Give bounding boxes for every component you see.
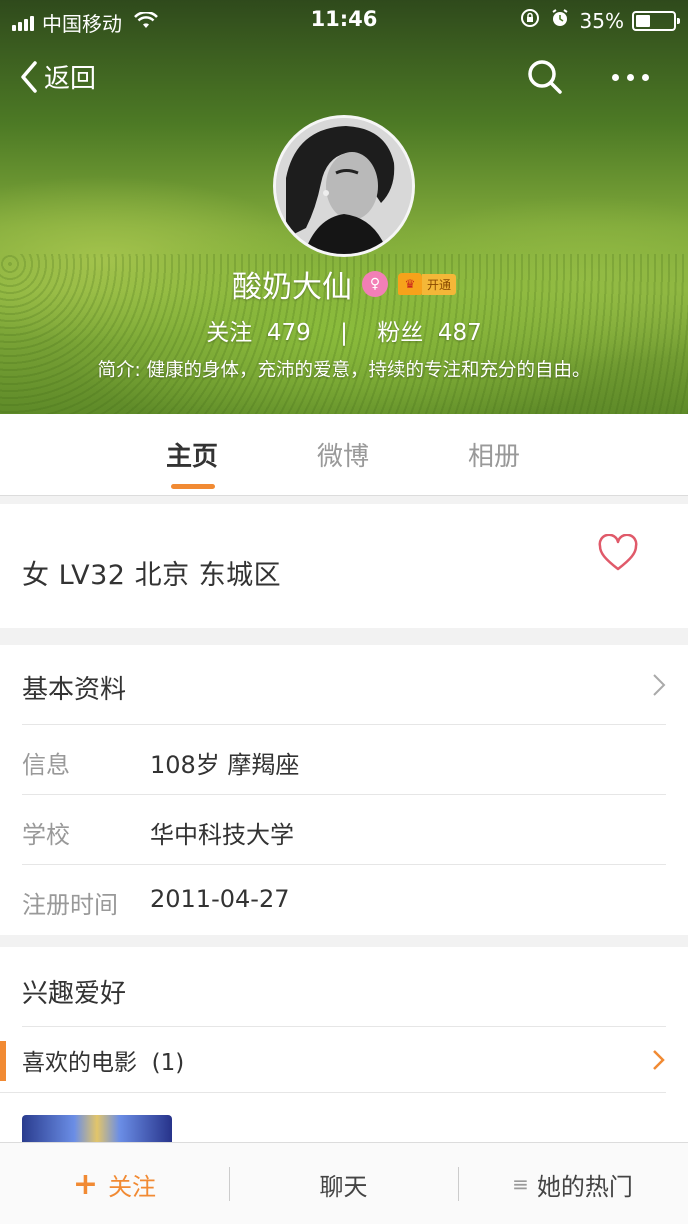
summary-card: 女 LV32 北京 东城区 [0, 504, 688, 628]
basic-info-header[interactable]: 基本资料 [22, 645, 666, 725]
fans-stat[interactable]: 粉丝 487 [377, 320, 482, 346]
plus-icon: + [72, 1166, 99, 1202]
stat-separator: | [340, 320, 348, 346]
vip-open-label: 开通 [421, 273, 456, 295]
nav-bar: 返回 [0, 52, 688, 104]
following-count: 479 [266, 320, 311, 346]
more-icon [612, 74, 619, 81]
school-row: 学校 华中科技大学 [22, 795, 666, 865]
movies-label: 喜欢的电影 [22, 1050, 137, 1076]
movies-accent-bar [0, 1041, 6, 1081]
movie-poster-thumbnail[interactable] [22, 1115, 172, 1145]
battery-icon [632, 10, 680, 31]
favorite-movies-row[interactable]: 喜欢的电影 (1) [0, 1027, 666, 1093]
interests-title: 兴趣爱好 [22, 979, 127, 1009]
back-label: 返回 [44, 64, 97, 94]
follow-button[interactable]: + 关注 [0, 1143, 229, 1224]
follow-button-label: 关注 [108, 1172, 157, 1201]
avatar[interactable] [273, 115, 415, 257]
back-button[interactable]: 返回 [20, 58, 96, 95]
rotation-lock-icon [520, 8, 540, 33]
chat-button-label: 聊天 [319, 1172, 368, 1201]
tab-album[interactable]: 相册 [468, 436, 520, 473]
heart-icon [598, 533, 638, 571]
basic-info-title: 基本资料 [22, 675, 127, 705]
search-button[interactable] [526, 58, 564, 100]
basic-info-card: 基本资料 信息 108岁 摩羯座 学校 华中科技大学 注册时间 2011-04-… [0, 645, 688, 935]
summary-info: 女 LV32 北京 东城区 [22, 560, 282, 591]
interests-card: 兴趣爱好 喜欢的电影 (1) [0, 947, 688, 1145]
info-value: 108岁 摩羯座 [150, 751, 300, 779]
active-tab-indicator [171, 484, 215, 489]
chat-button[interactable]: 聊天 [229, 1143, 458, 1224]
info-row: 信息 108岁 摩羯座 [22, 725, 666, 795]
school-label: 学校 [22, 821, 70, 849]
tab-weibo[interactable]: 微博 [317, 436, 369, 473]
status-bar: 中国移动 11:46 35% [0, 0, 688, 40]
follow-stats: 关注 479 | 粉丝 487 [0, 313, 688, 347]
crown-icon: ♛ [397, 273, 422, 295]
profile-name: 酸奶大仙 [231, 270, 352, 305]
menu-icon: ≡ [512, 1172, 529, 1196]
heart-button[interactable] [597, 533, 639, 576]
female-icon: ♀ [361, 271, 388, 297]
movies-count: (1) [151, 1050, 185, 1076]
search-icon [528, 60, 562, 94]
more-button[interactable] [612, 74, 657, 81]
profile-bio: 简介: 健康的身体，充沛的爱意，持续的专注和充分的自由。 [97, 360, 591, 381]
following-label: 关注 [206, 320, 253, 346]
alarm-icon [550, 8, 570, 33]
info-label: 信息 [22, 751, 70, 779]
hot-posts-label: 她的热门 [536, 1172, 633, 1201]
profile-tabs: 主页 微博 相册 [0, 414, 688, 496]
register-date-label: 注册时间 [22, 891, 118, 919]
following-stat[interactable]: 关注 479 [206, 320, 311, 346]
chevron-right-icon [653, 674, 666, 696]
back-chevron-icon [21, 60, 37, 93]
tab-home[interactable]: 主页 [166, 436, 218, 473]
hot-posts-button[interactable]: ≡ 她的热门 [458, 1143, 687, 1224]
battery-percent: 35% [579, 8, 624, 33]
interests-header: 兴趣爱好 [22, 947, 666, 1027]
avatar-image [276, 118, 412, 254]
fans-label: 粉丝 [377, 320, 424, 346]
school-value: 华中科技大学 [150, 821, 294, 849]
fans-count: 487 [437, 320, 482, 346]
chevron-right-icon [653, 1050, 665, 1070]
register-date-value: 2011-04-27 [150, 885, 290, 913]
register-date-row: 注册时间 2011-04-27 [22, 865, 666, 935]
bottom-action-bar: + 关注 聊天 ≡ 她的热门 [0, 1142, 688, 1224]
vip-badge[interactable]: ♛ 开通 [397, 273, 456, 295]
